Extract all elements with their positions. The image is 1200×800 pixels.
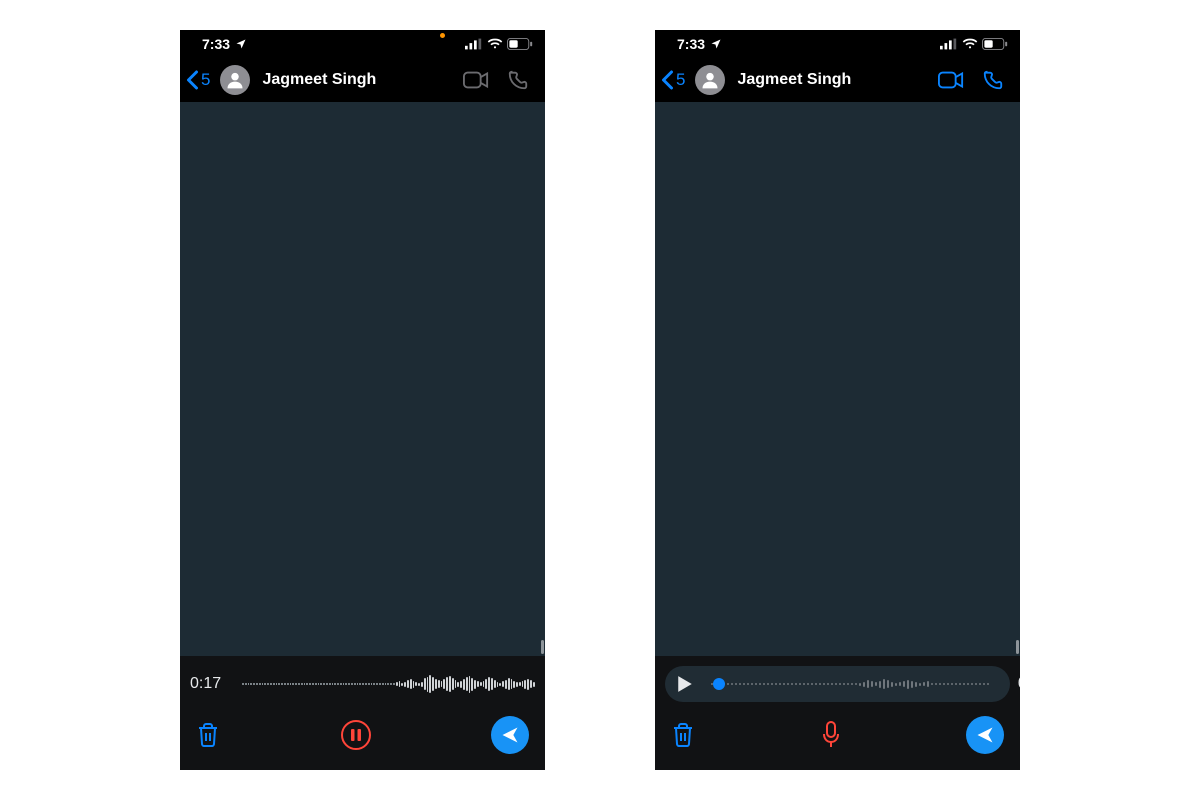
avatar[interactable] [695, 65, 725, 95]
contact-name[interactable]: Jagmeet Singh [737, 71, 932, 89]
avatar[interactable] [220, 65, 250, 95]
wifi-icon [487, 38, 503, 50]
recording-timer: 0:17 [190, 675, 232, 693]
chat-navbar: 5 Jagmeet Singh [655, 58, 1020, 102]
phone-screenshot-preview: 7:33 5 Jagmeet Singh [655, 30, 1020, 770]
resume-recording-button[interactable] [821, 721, 841, 749]
send-button[interactable] [966, 716, 1004, 754]
chat-body[interactable] [655, 102, 1020, 656]
playback-track[interactable] [711, 674, 989, 694]
status-bar: 7:33 [655, 30, 1020, 58]
contact-name[interactable]: Jagmeet Singh [262, 71, 457, 89]
recording-duration: 0:20 [1007, 675, 1020, 693]
voice-message-footer: 0:20 [655, 656, 1020, 770]
status-time: 7:33 [202, 36, 230, 52]
phone-screenshot-recording: 7:33 5 Jagmeet Singh [180, 30, 545, 770]
recording-indicator-dot-icon [440, 33, 445, 38]
delete-button[interactable] [196, 722, 220, 748]
voice-call-button[interactable] [982, 69, 1004, 91]
delete-button[interactable] [671, 722, 695, 748]
back-count: 5 [201, 70, 210, 90]
video-call-button[interactable] [463, 71, 489, 89]
pause-recording-button[interactable] [341, 720, 371, 750]
scroll-indicator [541, 640, 544, 654]
recording-waveform[interactable] [242, 668, 535, 700]
playback-thumb[interactable] [713, 678, 725, 690]
battery-icon [507, 38, 533, 50]
cellular-signal-icon [465, 38, 483, 50]
location-arrow-icon [710, 38, 722, 50]
video-call-button[interactable] [938, 71, 964, 89]
play-preview-button[interactable] [677, 675, 693, 693]
battery-icon [982, 38, 1008, 50]
cellular-signal-icon [940, 38, 958, 50]
status-bar: 7:33 [180, 30, 545, 58]
status-time: 7:33 [677, 36, 705, 52]
location-arrow-icon [235, 38, 247, 50]
voice-call-button[interactable] [507, 69, 529, 91]
chat-body[interactable] [180, 102, 545, 656]
back-count: 5 [676, 70, 685, 90]
scroll-indicator [1016, 640, 1019, 654]
back-button[interactable]: 5 [661, 70, 685, 90]
chat-navbar: 5 Jagmeet Singh [180, 58, 545, 102]
back-button[interactable]: 5 [186, 70, 210, 90]
wifi-icon [962, 38, 978, 50]
send-button[interactable] [491, 716, 529, 754]
voice-message-footer: 0:17 [180, 656, 545, 770]
